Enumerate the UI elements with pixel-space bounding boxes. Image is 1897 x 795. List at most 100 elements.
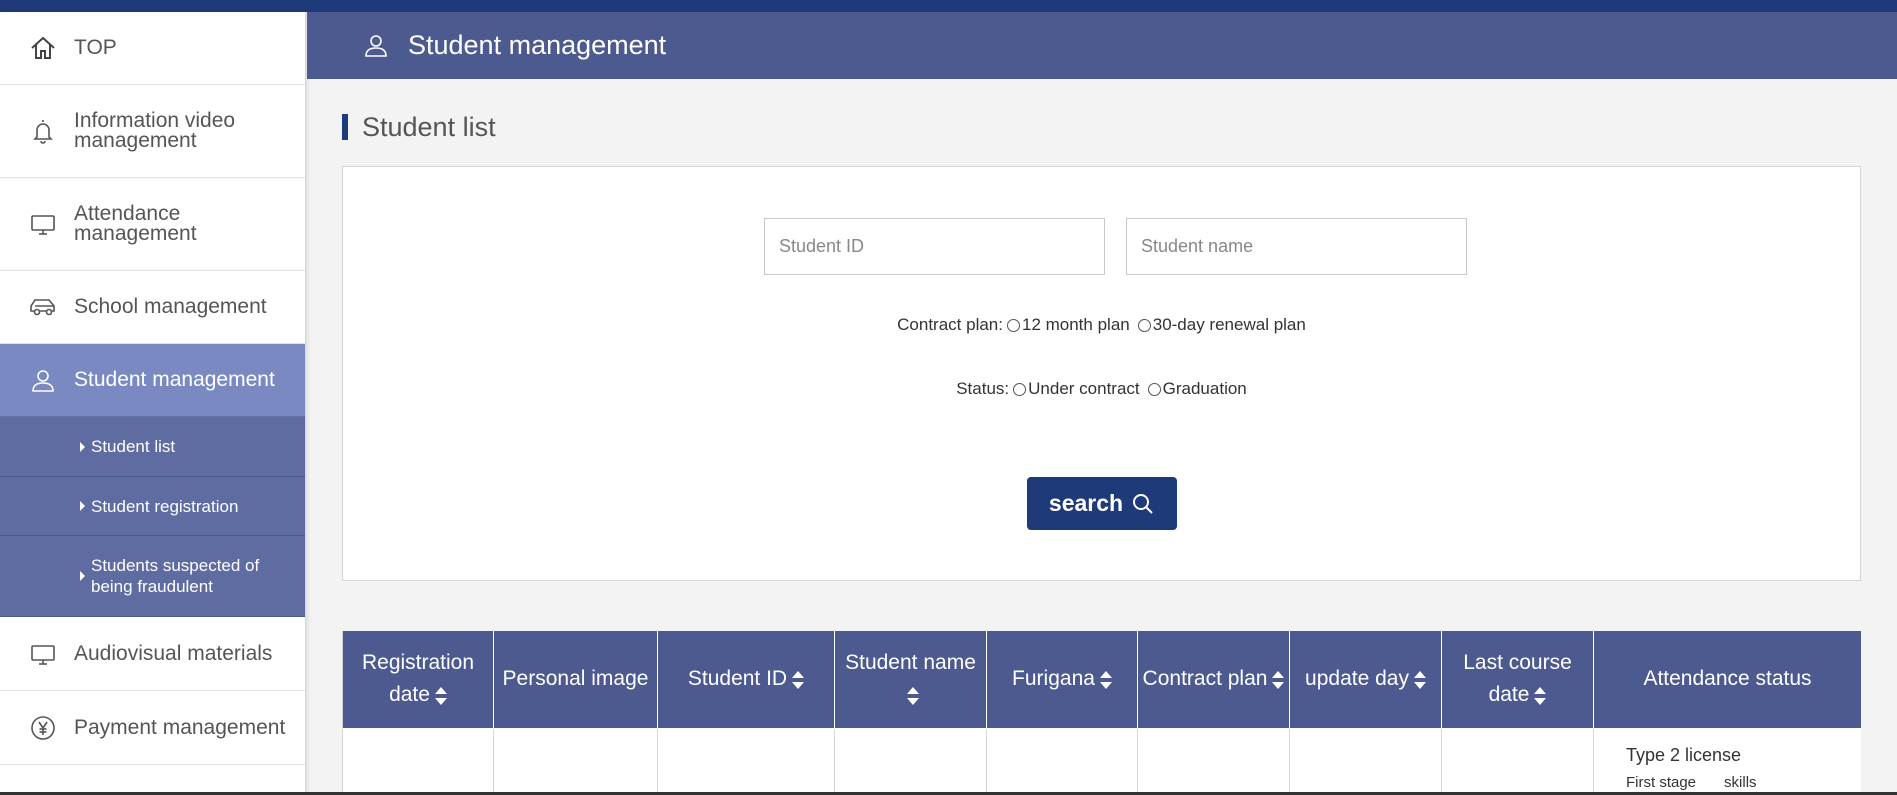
column-header-furigana[interactable]: Furigana xyxy=(986,631,1138,729)
status-label: Status: xyxy=(956,379,1010,398)
sort-icon[interactable] xyxy=(1413,670,1426,689)
sidebar-item-payment[interactable]: Payment management xyxy=(0,691,305,765)
sort-icon[interactable] xyxy=(792,670,805,689)
sidebar-item-top[interactable]: TOP xyxy=(0,12,305,85)
sidebar-item-label: Information video management xyxy=(74,109,236,152)
sidebar-item-label: Audiovisual materials xyxy=(74,641,273,665)
attendance-license: Type 2 license xyxy=(1626,744,1742,765)
student-id-input[interactable] xyxy=(764,218,1105,275)
monitor-icon xyxy=(28,639,58,669)
sort-icon[interactable] xyxy=(907,686,919,705)
sidebar-subitem-student-registration[interactable]: Student registration xyxy=(0,477,305,536)
radio-label: 30-day renewal plan xyxy=(1152,315,1306,334)
cell-student-name xyxy=(834,727,987,795)
table-row[interactable]: Type 2 license First stage skills xyxy=(342,727,1861,795)
column-header-contract-plan[interactable]: Contract plan xyxy=(1137,631,1290,729)
column-header-attendance-status: Attendance status xyxy=(1593,631,1861,729)
sidebar-item-audiovisual[interactable]: Audiovisual materials xyxy=(0,617,305,691)
column-header-personal-image: Personal image xyxy=(493,631,658,729)
radio-label: 12 month plan xyxy=(1021,315,1130,334)
search-button-label: search xyxy=(1048,490,1124,516)
page-title: Student management xyxy=(408,30,667,60)
radio-30-day-renewal-plan[interactable]: 30-day renewal plan xyxy=(1137,315,1306,335)
sidebar-item-label: Payment management xyxy=(74,715,286,739)
section-heading: Student list xyxy=(342,112,496,142)
sidebar-item-school[interactable]: School management xyxy=(0,271,305,344)
column-header-update-day[interactable]: update day xyxy=(1289,631,1442,729)
radio-circle[interactable] xyxy=(1137,318,1151,332)
cell-furigana xyxy=(986,727,1138,795)
student-table: Registration date Personal image Student… xyxy=(342,631,1861,795)
car-icon xyxy=(28,292,58,322)
cell-personal-image xyxy=(493,727,658,795)
yen-icon xyxy=(28,713,58,743)
status-filter: Status: Under contract Graduation xyxy=(343,379,1862,399)
contract-plan-filter: Contract plan: 12 month plan 30-day rene… xyxy=(343,315,1862,335)
top-accent-bar xyxy=(0,0,1897,12)
caret-right-icon xyxy=(80,441,85,452)
radio-under-contract[interactable]: Under contract xyxy=(1013,379,1140,399)
column-header-student-id[interactable]: Student ID xyxy=(657,631,835,729)
sidebar-item-information-video[interactable]: Information video management xyxy=(0,85,305,178)
radio-circle[interactable] xyxy=(1006,318,1020,332)
column-header-label: Student name xyxy=(845,651,976,675)
attendance-skills-label: skills xyxy=(1724,773,1757,791)
caret-right-icon xyxy=(80,501,85,511)
column-header-label: update day xyxy=(1305,667,1409,691)
column-header-label: Student ID xyxy=(687,667,788,691)
radio-circle[interactable] xyxy=(1013,382,1027,396)
home-icon xyxy=(28,33,58,63)
column-header-label: Last course date xyxy=(1463,651,1572,707)
cell-last-course-date xyxy=(1441,727,1594,795)
sort-icon[interactable] xyxy=(434,686,447,705)
cell-registration-date xyxy=(342,727,494,795)
radio-circle[interactable] xyxy=(1147,382,1161,396)
monitor-icon xyxy=(28,209,58,239)
radio-label: Under contract xyxy=(1028,379,1140,398)
column-header-label: Attendance status xyxy=(1643,667,1812,691)
radio-graduation[interactable]: Graduation xyxy=(1147,379,1247,399)
sidebar-item-label: TOP xyxy=(74,36,117,59)
cell-contract-plan xyxy=(1137,727,1290,795)
radio-12-month-plan[interactable]: 12 month plan xyxy=(1006,315,1130,335)
sidebar-subitem-label: Student registration xyxy=(91,496,239,516)
section-title: Student list xyxy=(362,111,496,142)
column-header-label: Registration date xyxy=(361,651,475,707)
sidebar-subitem-student-list[interactable]: Student list xyxy=(0,417,305,477)
student-table-container: Registration date Personal image Student… xyxy=(342,631,1861,795)
column-header-student-name[interactable]: Student name xyxy=(834,631,987,729)
sort-icon[interactable] xyxy=(1272,670,1285,689)
user-icon xyxy=(28,365,58,395)
attendance-stage: First stage skills xyxy=(1626,774,1861,791)
column-header-registration-date[interactable]: Registration date xyxy=(342,631,494,729)
user-icon xyxy=(362,31,392,61)
bell-icon xyxy=(28,116,58,146)
column-header-label: Personal image xyxy=(502,667,649,691)
page-header: Student management xyxy=(307,12,1897,79)
sidebar-item-student-management[interactable]: Student management xyxy=(0,344,305,417)
sidebar-subitem-label: Students suspected of being fraudulent xyxy=(91,556,260,596)
sidebar: TOP Information video management Attenda… xyxy=(0,12,306,795)
contract-plan-label: Contract plan: xyxy=(897,315,1003,334)
column-header-label: Contract plan xyxy=(1142,667,1268,691)
heading-accent-bar xyxy=(342,114,348,140)
sidebar-item-label: School management xyxy=(74,295,267,318)
cell-update-day xyxy=(1289,727,1442,795)
caret-right-icon xyxy=(80,571,85,581)
column-header-last-course-date[interactable]: Last course date xyxy=(1441,631,1594,729)
cell-student-id xyxy=(657,727,835,795)
sort-icon[interactable] xyxy=(1099,670,1112,689)
sidebar-subitem-label: Student list xyxy=(91,437,176,456)
radio-label: Graduation xyxy=(1162,379,1247,398)
sidebar-item-label: Student management xyxy=(74,368,275,391)
search-icon xyxy=(1133,493,1153,514)
cell-attendance-status: Type 2 license First stage skills xyxy=(1593,727,1861,795)
sort-icon[interactable] xyxy=(1534,686,1547,705)
sidebar-item-label: Attendance management xyxy=(74,202,197,245)
attendance-stage-label: First stage xyxy=(1626,773,1697,791)
sidebar-subitem-suspected-fraud[interactable]: Students suspected of being fraudulent xyxy=(0,536,305,617)
sidebar-item-attendance[interactable]: Attendance management xyxy=(0,178,305,271)
search-button[interactable]: search xyxy=(1027,477,1177,530)
student-name-input[interactable] xyxy=(1126,218,1467,275)
column-header-label: Furigana xyxy=(1012,667,1095,691)
